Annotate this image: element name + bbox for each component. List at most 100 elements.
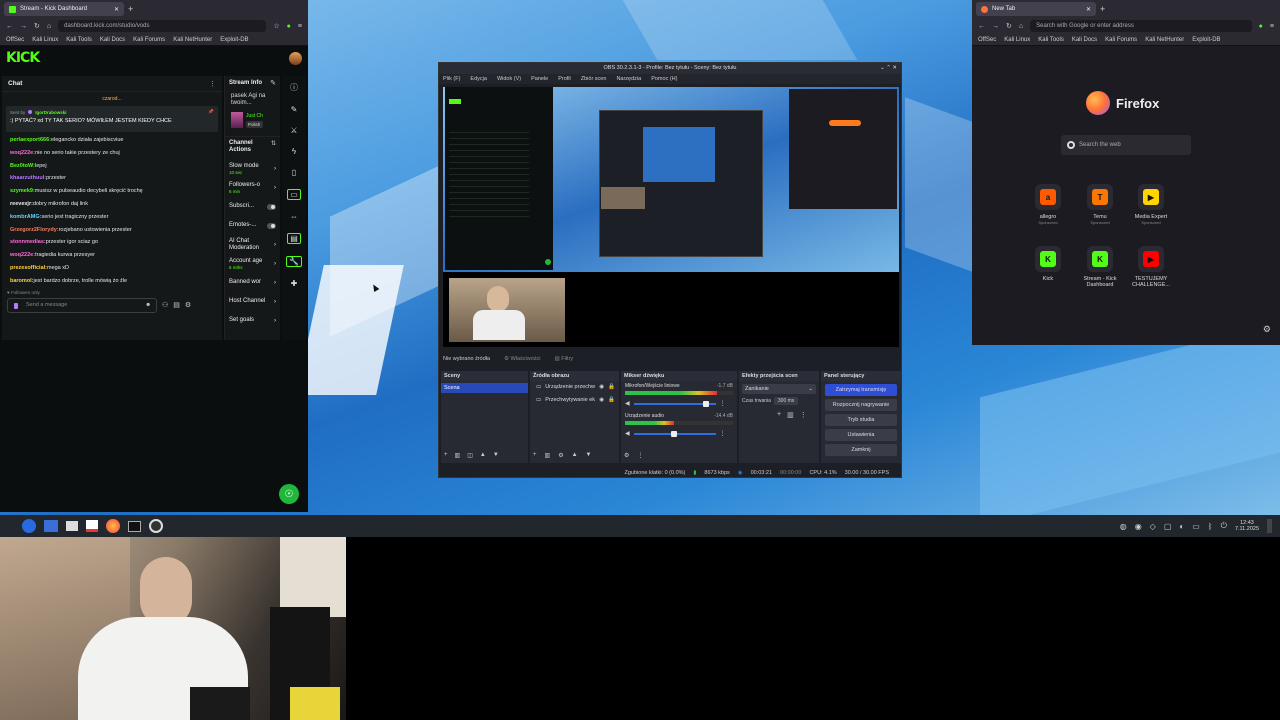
remove-scene-icon[interactable]: ▥	[455, 452, 461, 459]
obs-menu-item[interactable]: Widok (V)	[497, 74, 521, 84]
obs-menu-item[interactable]: Panele	[531, 74, 548, 84]
chat-username[interactable]: prezesofficial:	[10, 265, 47, 271]
extensions-icon[interactable]: ●	[287, 23, 291, 30]
shortcut-tile[interactable]: ▶ TESTUJEMY CHALLENGE...	[1126, 246, 1176, 288]
shortcut-tile[interactable]: T Temu Sponsored	[1075, 184, 1125, 225]
control-button[interactable]: Tryb studia	[825, 414, 897, 426]
obs-menu-item[interactable]: Pomoc (H)	[651, 74, 677, 84]
chat-username[interactable]: woq222e:	[10, 252, 35, 258]
channel-action-item[interactable]: Emotes-...	[225, 218, 280, 233]
close-tab-icon[interactable]: ✕	[1086, 6, 1091, 13]
gift-icon[interactable]: ⚇	[162, 301, 168, 309]
bookmark-item[interactable]: Exploit-DB	[1192, 37, 1220, 43]
toggle-switch[interactable]	[267, 203, 276, 210]
info-icon[interactable]: ⓘ	[290, 82, 298, 93]
home-icon[interactable]: ⌂	[47, 23, 51, 30]
track-menu-icon[interactable]: ⋮	[720, 400, 726, 407]
obs-menu-item[interactable]: Narzędzia	[616, 74, 641, 84]
forward-icon[interactable]: →	[20, 23, 27, 30]
source-settings-icon[interactable]: ⚙	[558, 452, 563, 459]
kali-menu-icon[interactable]	[22, 519, 36, 533]
source-item[interactable]: ▭ Przechwytywanie ek ◉ 🔒	[530, 394, 619, 407]
scene-item[interactable]: Scena	[441, 383, 528, 393]
bookmark-item[interactable]: Kali Forums	[133, 37, 165, 43]
chat-username[interactable]: Grzegorz2Florydy:	[10, 227, 59, 233]
bookmark-item[interactable]: OffSec	[6, 37, 24, 43]
new-tab-icon[interactable]: +	[128, 4, 133, 14]
volume-slider[interactable]	[633, 400, 716, 407]
shortcut-tile[interactable]: ▶ Media Expert Sponsored	[1126, 184, 1176, 225]
toggle-switch[interactable]	[267, 222, 276, 229]
lock-icon[interactable]: 🔒	[608, 381, 615, 394]
channel-action-item[interactable]: Subscri...	[225, 199, 280, 214]
address-bar[interactable]: Search with Google or enter address	[1030, 20, 1252, 32]
source-item[interactable]: ▭ Urządzenie przechw ◉ 🔒	[530, 381, 619, 394]
chat-menu-icon[interactable]: ⋮	[209, 80, 216, 88]
obs-menu-item[interactable]: Profil	[558, 74, 571, 84]
settings-icon[interactable]: ⚙	[185, 301, 191, 309]
chat-bubble-icon[interactable]: ▭	[287, 189, 301, 200]
bookmark-item[interactable]: Kali NetHunter	[173, 37, 212, 43]
bookmark-item[interactable]: Kali Docs	[100, 37, 125, 43]
chat-username[interactable]: perlaexport666:	[10, 137, 51, 143]
new-tab-icon[interactable]: +	[1100, 4, 1105, 14]
avatar[interactable]	[289, 51, 302, 65]
search-web-input[interactable]: Search the web	[1061, 135, 1191, 155]
channel-action-item[interactable]: Followers-o 6 min ›	[225, 180, 280, 195]
bookmark-item[interactable]: Exploit-DB	[220, 37, 248, 43]
chat-username[interactable]: Bez0toW:	[10, 163, 35, 169]
extensions-icon[interactable]: ●	[1259, 23, 1263, 30]
remove-source-icon[interactable]: ▥	[545, 452, 551, 459]
control-button[interactable]: Zatrzymaj transmisję	[825, 384, 897, 396]
mixer-settings-icon[interactable]: ⚙	[624, 452, 629, 459]
move-down-icon[interactable]: ▼	[586, 452, 592, 459]
add-scene-icon[interactable]: +	[444, 452, 448, 459]
terminal-icon[interactable]	[128, 520, 141, 532]
channel-action-item[interactable]: AI Chat Moderation ›	[225, 237, 280, 252]
address-bar[interactable]: dashboard.kick.com/studio/vods	[58, 20, 267, 32]
control-button[interactable]: Ustawienia	[825, 429, 897, 441]
bolt-icon[interactable]: ϟ	[292, 147, 296, 156]
browser-tab[interactable]: Stream - Kick Dashboard ✕	[4, 2, 124, 16]
pin-icon[interactable]: 📌	[208, 109, 214, 115]
bookmark-item[interactable]: Kali Tools	[66, 37, 92, 43]
properties-button[interactable]: ⚙ Właściwości	[504, 356, 540, 362]
visibility-eye-icon[interactable]: ◉	[599, 394, 604, 407]
document-icon[interactable]: ▯	[292, 168, 296, 177]
move-down-icon[interactable]: ▼	[493, 452, 499, 459]
wrench-icon[interactable]: 🔧	[286, 256, 302, 267]
bookmark-item[interactable]: Kali Linux	[32, 37, 58, 43]
volume-slider[interactable]	[633, 430, 716, 437]
star-icon[interactable]: ☆	[273, 22, 279, 30]
channel-action-item[interactable]: Account age 6 mths ›	[225, 256, 280, 271]
forward-icon[interactable]: →	[992, 23, 999, 30]
obs-taskbar-icon[interactable]	[149, 519, 163, 533]
language-tag[interactable]: Polish	[246, 120, 263, 128]
transition-menu-icon[interactable]: ⋮	[800, 411, 807, 419]
workspace-icon[interactable]	[44, 520, 58, 532]
lock-icon[interactable]: 🔒	[608, 394, 615, 407]
speaker-icon[interactable]: ◀	[625, 430, 630, 437]
bookmark-item[interactable]: Kali Linux	[1004, 37, 1030, 43]
browser-tab[interactable]: New Tab ✕	[976, 2, 1096, 16]
window-controls[interactable]: ⌄ ⌃ ✕	[880, 63, 897, 74]
power-icon[interactable]: ⏻	[1221, 521, 1227, 531]
shortcut-tile[interactable]: K Kick	[1023, 246, 1073, 282]
bluetooth-icon[interactable]: ᛒ	[1208, 522, 1213, 531]
obs-menu-item[interactable]: Zbiór scen	[581, 74, 607, 84]
text-editor-icon[interactable]	[86, 520, 98, 532]
add-transition-icon[interactable]: +	[777, 411, 781, 419]
arrows-icon[interactable]: ⇔	[290, 212, 298, 221]
transition-select[interactable]: Zanikanie ⌄	[742, 384, 816, 394]
move-up-icon[interactable]: ▲	[480, 452, 486, 459]
back-icon[interactable]: ←	[6, 23, 13, 30]
menu-icon[interactable]: ≡	[298, 23, 302, 30]
notifications-icon[interactable]: ◉	[1135, 522, 1142, 531]
sword-icon[interactable]: ⚔	[290, 126, 297, 135]
channel-action-item[interactable]: Slow mode 10 sec ›	[225, 161, 280, 176]
bookmark-item[interactable]: Kali Docs	[1072, 37, 1097, 43]
chat-username[interactable]: khaarzuthuul:	[10, 175, 46, 181]
chat-username[interactable]: reevexjr:	[10, 201, 33, 207]
obs-preview[interactable]	[443, 87, 899, 347]
filters-button[interactable]: ▧ Filtry	[555, 356, 574, 362]
